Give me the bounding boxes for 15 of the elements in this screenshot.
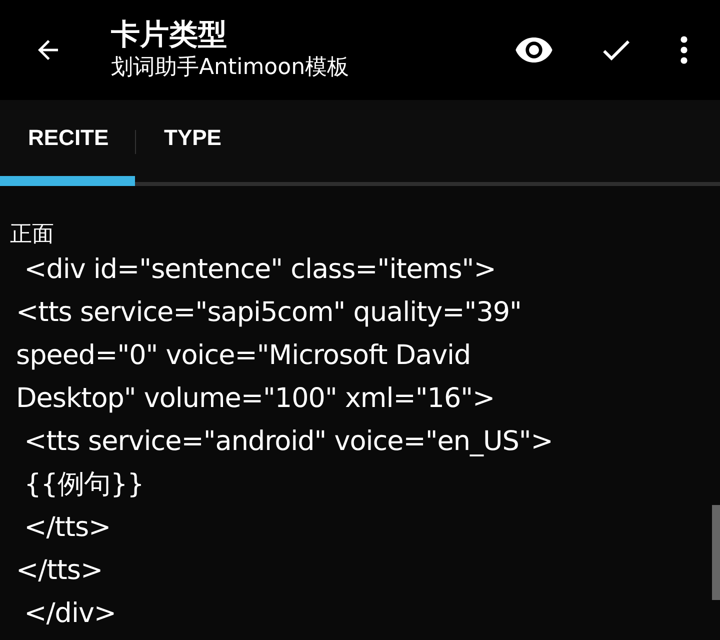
code-line: Desktop" volume="100" xml="16"> [16,382,496,416]
tab[interactable]: RECITE [0,100,135,186]
tab[interactable]: TYPE [136,100,250,186]
scrollbar[interactable] [712,505,720,600]
screen-title: 卡片类型 [111,16,228,52]
code-line: </tts> [23,511,112,545]
code-line: <tts service="sapi5com" quality="39" [16,296,522,330]
code-line: </tts> [16,554,104,588]
code-line: <div id="sentence" class="items"> [23,253,497,287]
code-line: speed="0" voice="Microsoft David [16,339,472,373]
section-label: 正面 [10,222,55,248]
screen-subtitle: 划词助手Antimoon模板 [111,54,350,82]
code-line: <tts service="android" voice="en_US"> [23,425,554,459]
code-line: </div> [23,597,118,631]
code-line: {{例句}} [23,468,145,502]
